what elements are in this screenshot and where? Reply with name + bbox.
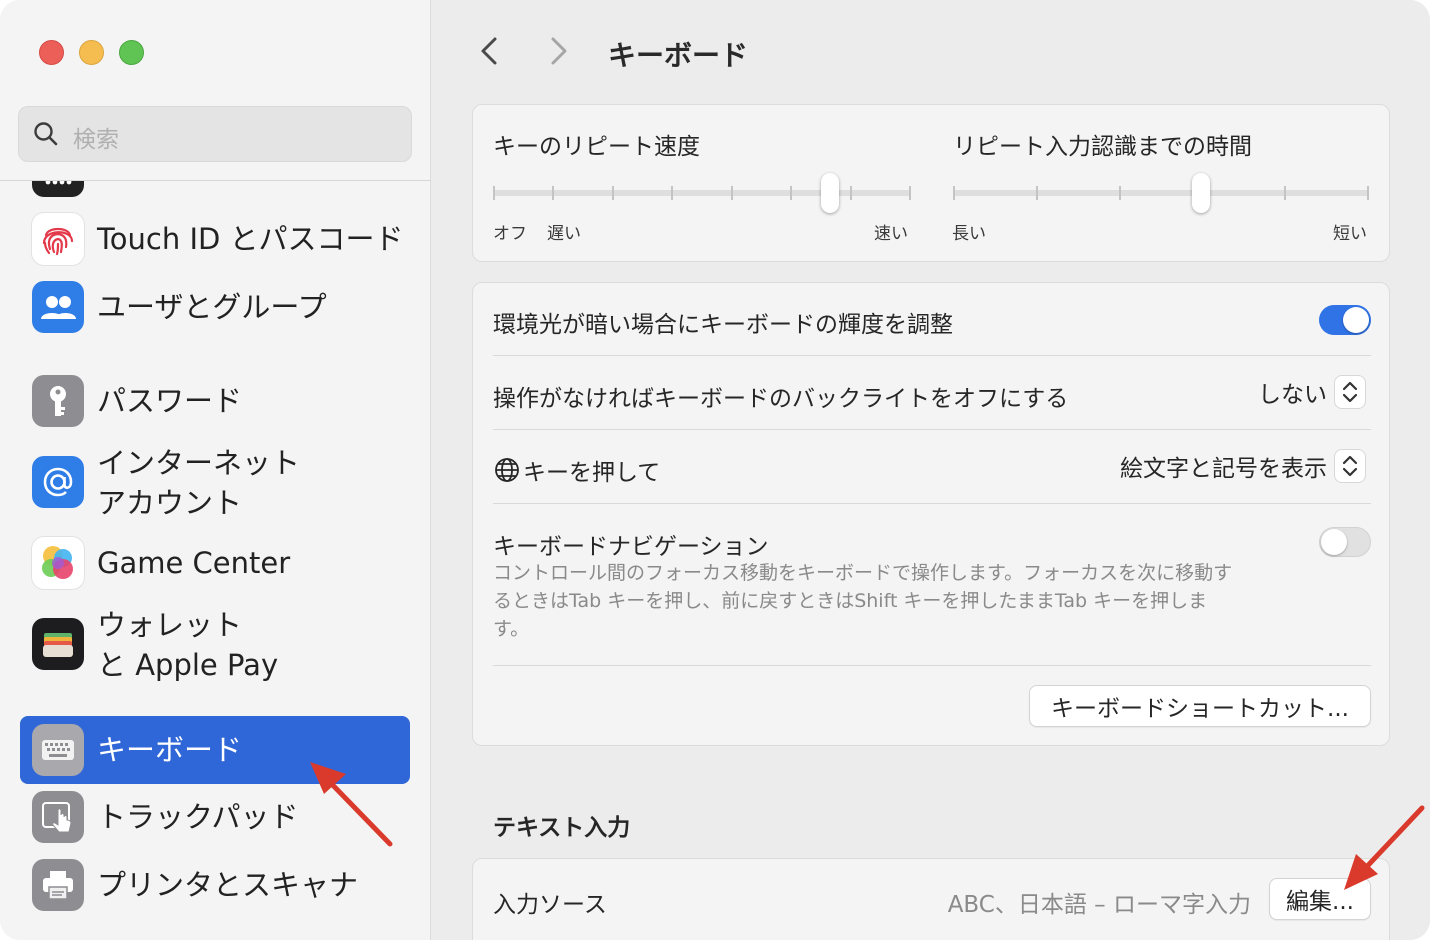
auto-brightness-label: 環境光が暗い場合にキーボードの輝度を調整 xyxy=(493,312,953,338)
globe-key-popup[interactable]: 絵文字と記号を表示 xyxy=(1120,449,1365,483)
text-input-section-title: テキスト入力 xyxy=(493,815,631,841)
globe-key-value: 絵文字と記号を表示 xyxy=(1120,456,1327,482)
slider-tick xyxy=(849,186,852,200)
passcode-icon xyxy=(32,181,84,197)
wallet-icon xyxy=(32,618,84,670)
divider xyxy=(493,503,1371,504)
slider-tick xyxy=(730,186,733,200)
key-repeat-rate-title: キーのリピート速度 xyxy=(493,134,700,160)
slider-tick xyxy=(671,186,674,200)
slider-tick xyxy=(909,186,911,200)
input-sources-value: ABC、日本語 – ローマ字入力 xyxy=(947,892,1251,918)
slider-tick xyxy=(552,186,555,200)
annotation-arrow-icon xyxy=(1344,805,1425,890)
sidebar-item-label: パスワード xyxy=(97,384,243,418)
sidebar-item-label: ウォレット と Apple Pay xyxy=(97,608,279,682)
sidebar-item-passwords[interactable]: パスワード xyxy=(20,371,410,431)
slider-tick xyxy=(1035,186,1038,200)
annotation-arrow-icon xyxy=(310,762,393,847)
slider-tick xyxy=(1284,186,1287,200)
rate-slow-label: 遅い xyxy=(547,224,581,244)
slider-tick xyxy=(953,186,955,200)
at-icon xyxy=(32,456,84,508)
back-chevron-icon[interactable] xyxy=(478,36,500,70)
key-repeat-rate-slider[interactable] xyxy=(493,173,911,213)
sidebar-item-printers[interactable]: プリンタとスキャナ xyxy=(20,855,410,915)
slider-knob[interactable] xyxy=(821,173,839,213)
up-down-chevron-icon xyxy=(1335,376,1365,408)
slider-tick xyxy=(790,186,793,200)
keyboard-nav-toggle[interactable] xyxy=(1319,527,1371,557)
auto-brightness-toggle[interactable] xyxy=(1319,305,1371,335)
sidebar-item-wallet[interactable]: ウォレット と Apple Pay xyxy=(20,601,410,687)
delay-until-repeat-slider[interactable] xyxy=(953,173,1369,213)
delay-long-label: 長い xyxy=(952,224,986,244)
delay-until-repeat-title: リピート入力認識までの時間 xyxy=(953,134,1252,160)
rate-fast-label: 速い xyxy=(874,224,908,244)
users-icon xyxy=(32,281,84,333)
divider xyxy=(493,429,1371,430)
slider-track xyxy=(953,190,1369,196)
zoom-window-button[interactable] xyxy=(119,40,144,65)
input-sources-card: 入力ソース ABC、日本語 – ローマ字入力 編集... xyxy=(472,858,1390,940)
sidebar-item-label: Touch ID とパスコード xyxy=(97,222,404,256)
search-icon xyxy=(33,121,59,151)
backlight-off-value: しない xyxy=(1258,382,1327,408)
rate-off-label: オフ xyxy=(493,224,527,244)
sidebar-item-label: Game Center xyxy=(97,546,291,580)
settings-window: 検索 Touch ID とパスコード ユーザとグループ パスワード インターネッ… xyxy=(0,0,1430,940)
sidebar-item-internet-accounts[interactable]: インターネット アカウント xyxy=(20,439,410,525)
minimize-window-button[interactable] xyxy=(79,40,104,65)
trackpad-icon xyxy=(32,791,84,843)
keyboard-nav-description: コントロール間のフォーカス移動をキーボードで操作します。フォーカスを次に移動する… xyxy=(493,562,1233,640)
backlight-off-label: 操作がなければキーボードのバックライトをオフにする xyxy=(493,386,1069,412)
sidebar-item-label: プリンタとスキャナ xyxy=(97,868,359,902)
close-window-button[interactable] xyxy=(39,40,64,65)
divider xyxy=(493,665,1371,666)
slider-tick xyxy=(493,186,495,200)
sidebar-item-users[interactable]: ユーザとグループ xyxy=(20,277,410,337)
keyboard-settings-card: 環境光が暗い場合にキーボードの輝度を調整 操作がなければキーボードのバックライト… xyxy=(472,282,1390,746)
forward-chevron-icon[interactable] xyxy=(548,36,570,70)
backlight-off-popup[interactable]: しない xyxy=(1258,375,1365,409)
globe-key-row: キーを押して xyxy=(493,453,660,487)
key-icon xyxy=(32,375,84,427)
search-placeholder: 検索 xyxy=(73,127,119,153)
printer-icon xyxy=(32,859,84,911)
game-center-icon xyxy=(32,537,84,589)
slider-track xyxy=(493,190,911,196)
delay-short-label: 短い xyxy=(1333,224,1367,244)
sidebar-item-hidden[interactable] xyxy=(20,181,410,199)
up-down-chevron-icon xyxy=(1335,450,1365,482)
sidebar-item-label: トラックパッド xyxy=(97,800,299,834)
slider-tick xyxy=(1367,186,1369,200)
sidebar-item-label: キーボード xyxy=(97,733,243,767)
sidebar-item-label: ユーザとグループ xyxy=(97,290,327,324)
keyboard-nav-label: キーボードナビゲーション xyxy=(493,534,769,560)
fingerprint-icon xyxy=(32,213,84,265)
globe-key-label: キーを押して xyxy=(523,460,661,486)
search-input[interactable]: 検索 xyxy=(18,106,412,162)
input-sources-label: 入力ソース xyxy=(493,892,607,918)
sidebar-item-touch-id[interactable]: Touch ID とパスコード xyxy=(20,209,410,269)
sidebar-item-game-center[interactable]: Game Center xyxy=(20,533,410,593)
sidebar-item-label: インターネット アカウント xyxy=(97,446,301,520)
divider xyxy=(493,355,1371,356)
key-repeat-card: キーのリピート速度 リピート入力認識までの時間 オフ 遅い 速い 長い 短い xyxy=(472,104,1390,262)
keyboard-shortcuts-button[interactable]: キーボードショートカット... xyxy=(1029,685,1371,727)
page-title: キーボード xyxy=(608,39,749,72)
globe-icon xyxy=(493,456,521,484)
slider-knob[interactable] xyxy=(1191,173,1210,213)
keyboard-icon xyxy=(32,724,84,776)
slider-tick xyxy=(1118,186,1121,200)
slider-tick xyxy=(611,186,614,200)
